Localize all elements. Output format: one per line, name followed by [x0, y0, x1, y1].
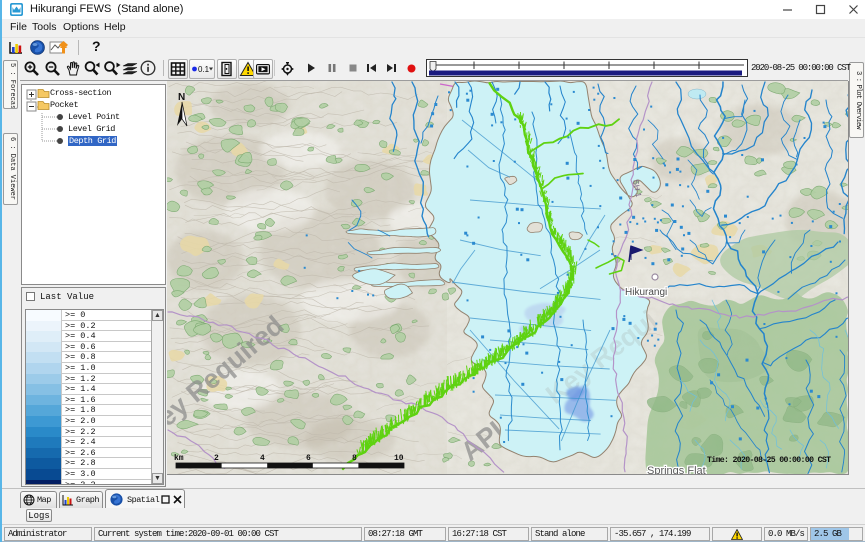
svg-text:N: N [178, 92, 185, 103]
svg-text:2: 2 [214, 454, 219, 463]
svg-text:4: 4 [260, 454, 265, 463]
svg-text:Hikurangi: Hikurangi [625, 287, 667, 298]
svg-text:km: km [174, 454, 184, 463]
svg-text:Time: 2020-08-25 00:00:00 CST: Time: 2020-08-25 00:00:00 CST [707, 455, 831, 465]
svg-text:8: 8 [352, 454, 357, 463]
svg-text:10: 10 [394, 454, 404, 463]
svg-text:Springs Flat: Springs Flat [647, 465, 706, 474]
svg-text:0.1: 0.1 [198, 65, 210, 74]
svg-text:6: 6 [306, 454, 311, 463]
